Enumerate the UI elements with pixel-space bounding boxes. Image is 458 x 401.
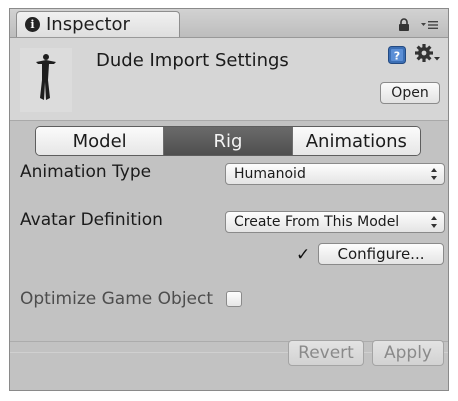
gear-icon[interactable] (415, 44, 441, 64)
tab-animations[interactable]: Animations (291, 127, 420, 155)
avatar-valid-checkmark: ✓ (296, 245, 311, 265)
tab-model[interactable]: Model (36, 127, 164, 155)
optimize-game-object-label: Optimize Game Object (20, 289, 214, 309)
model-preview (20, 48, 72, 112)
humanoid-model-thumbnail (36, 54, 56, 100)
info-icon: i (25, 17, 40, 32)
import-tabs: Model Rig Animations (35, 126, 421, 156)
revert-button[interactable]: Revert (288, 340, 364, 366)
inspector-window: i Inspector Dude Import Settings ? Open … (9, 8, 449, 391)
avatar-definition-value: Create From This Model (234, 214, 400, 230)
avatar-definition-dropdown[interactable]: Create From This Model (225, 211, 445, 233)
tab-bar: i Inspector (10, 9, 448, 38)
tab-label: Inspector (46, 14, 130, 35)
optimize-game-object-checkbox[interactable] (226, 291, 242, 307)
asset-title: Dude Import Settings (96, 50, 289, 71)
animation-type-value: Humanoid (234, 166, 306, 182)
lock-icon[interactable] (398, 18, 410, 31)
tab-menu-icon[interactable] (420, 20, 438, 30)
svg-text:?: ? (394, 50, 400, 63)
apply-button[interactable]: Apply (372, 340, 444, 366)
tab-rig[interactable]: Rig (163, 127, 292, 155)
asset-header: Dude Import Settings ? Open (10, 38, 448, 121)
help-icon[interactable]: ? (388, 46, 406, 64)
open-button[interactable]: Open (380, 82, 440, 104)
tab-inspector[interactable]: i Inspector (16, 11, 180, 37)
configure-button[interactable]: Configure... (318, 243, 444, 265)
dropdown-arrows-icon (431, 168, 437, 180)
dropdown-arrows-icon (431, 216, 437, 228)
animation-type-dropdown[interactable]: Humanoid (225, 163, 445, 185)
animation-type-label: Animation Type (20, 162, 152, 182)
avatar-definition-label: Avatar Definition (20, 210, 163, 230)
